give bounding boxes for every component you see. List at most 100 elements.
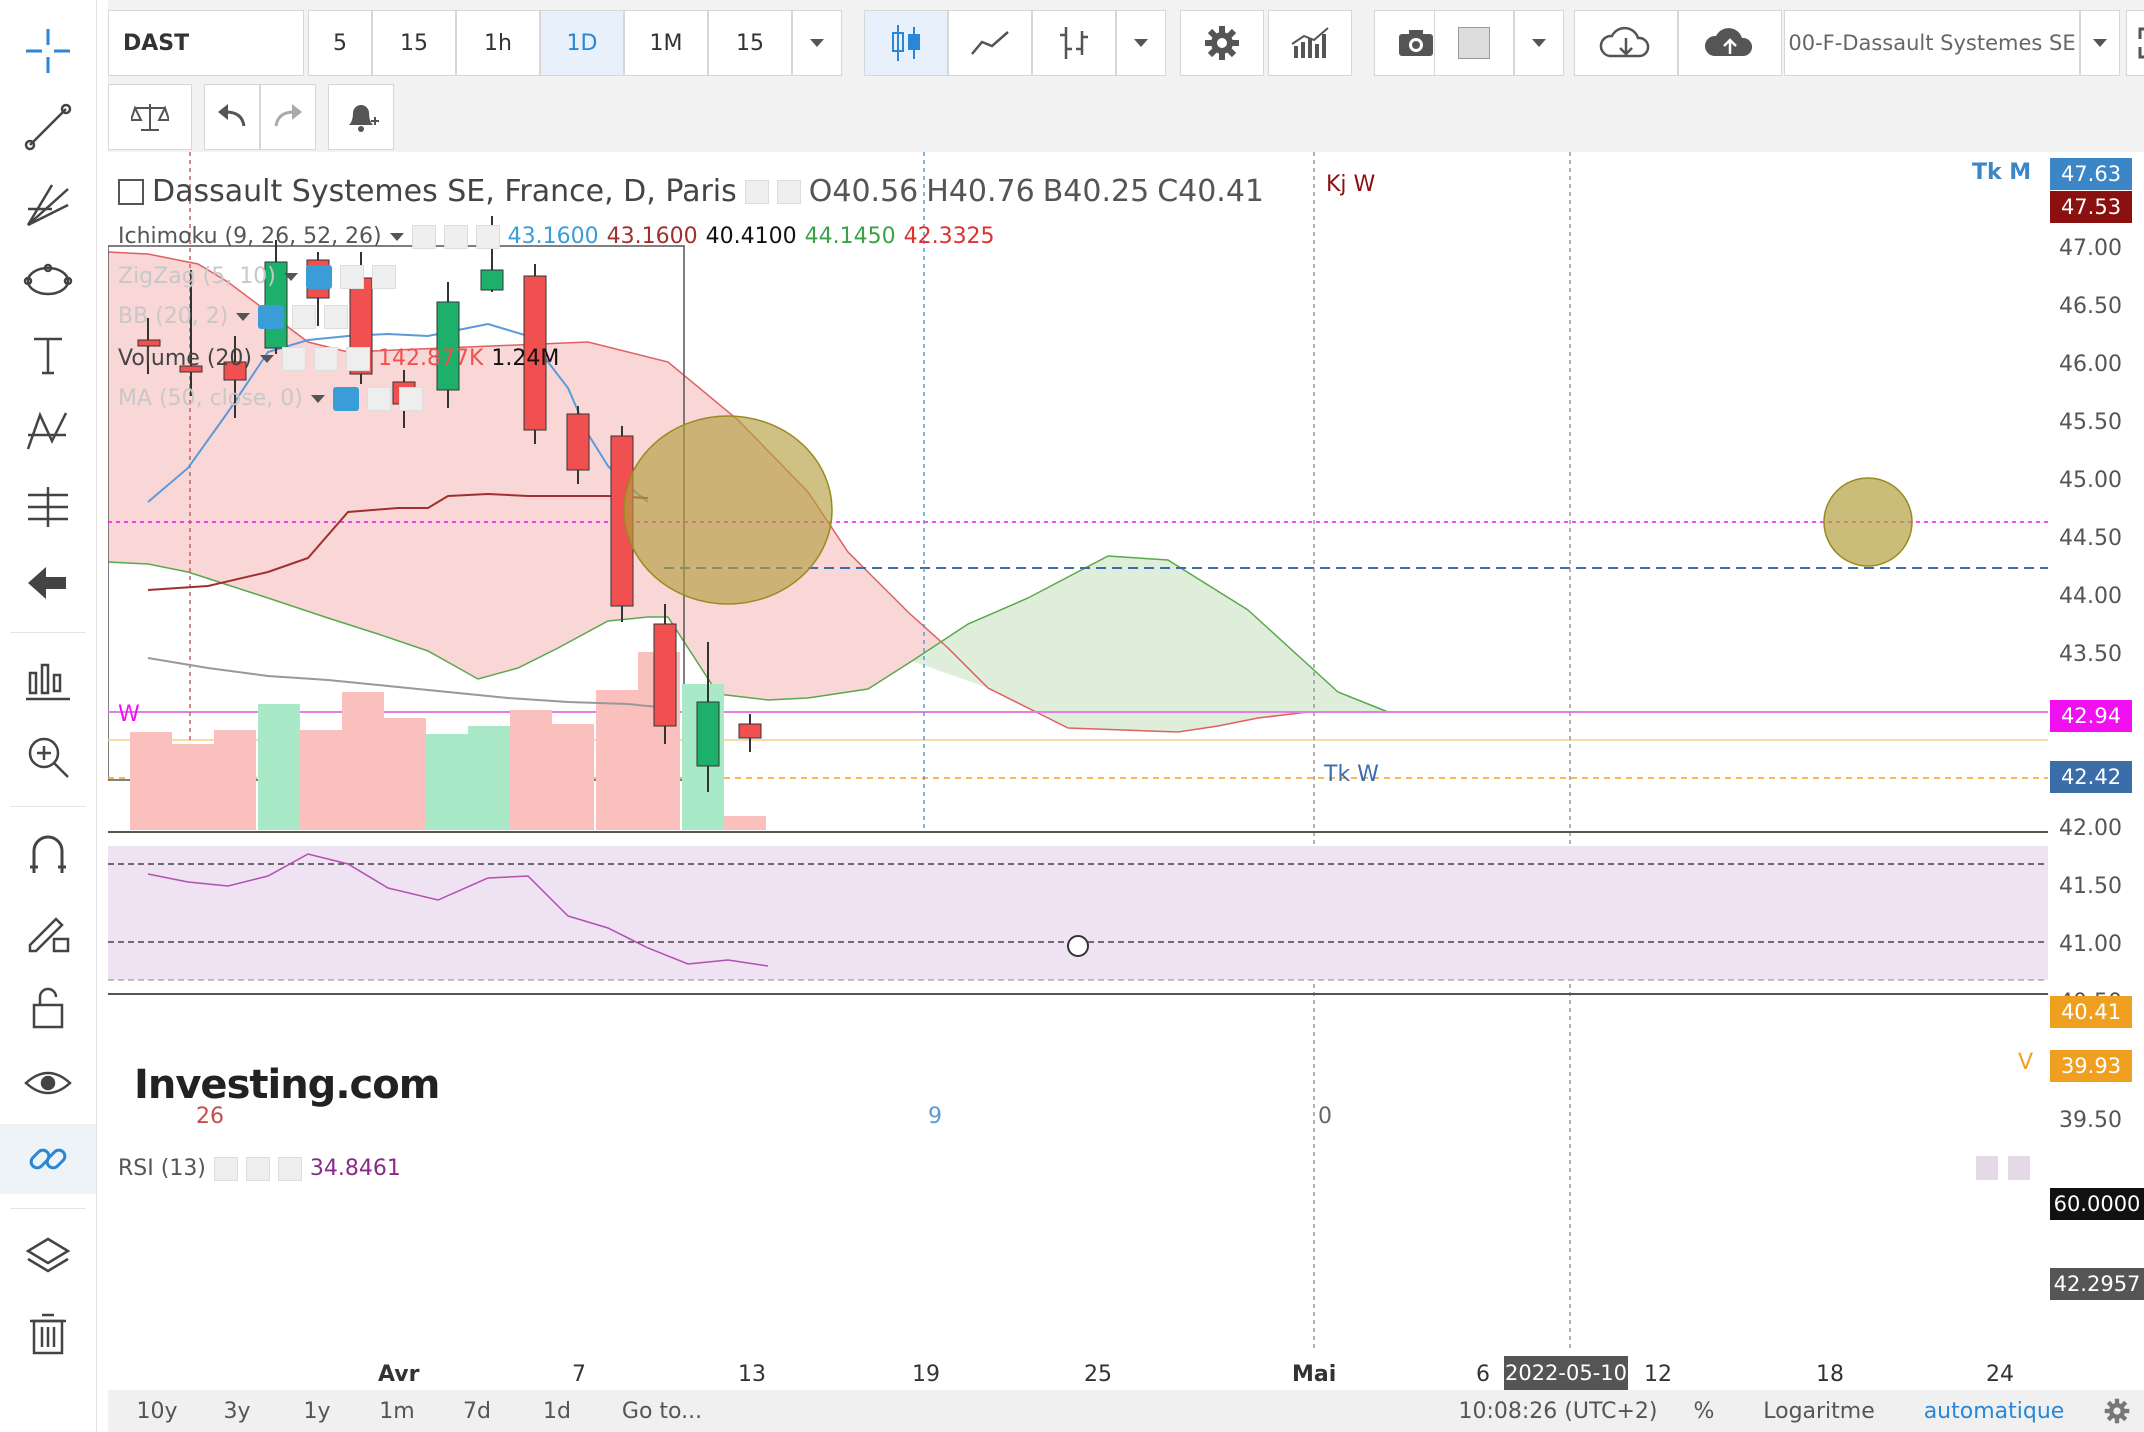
load-layout-button[interactable] [1574,10,1678,76]
legend-bb-row: BB (20, 2) [118,304,349,329]
collapse-legend-icon[interactable] [118,178,144,205]
percent-toggle[interactable]: % [1674,1390,1734,1432]
auto-toggle[interactable]: automatique [1904,1390,2084,1432]
close-icon[interactable] [277,1156,302,1181]
candle-bearish [653,623,677,727]
interval-dropdown[interactable] [792,10,842,76]
volume-ma-value: 142.877K [377,346,484,371]
highlight-circle-small[interactable] [1823,477,1913,567]
pattern-icon[interactable] [0,396,96,466]
settings-button[interactable] [1180,10,1264,76]
undo-button[interactable] [204,84,260,150]
badge-w: 42.94 [2050,700,2132,732]
close-icon[interactable] [398,386,423,411]
back-arrow-icon[interactable] [0,548,96,618]
instrument-dropdown[interactable] [2080,10,2120,76]
candles-button[interactable] [864,10,948,76]
range-3y[interactable]: 3y [202,1390,272,1432]
settings-icon[interactable] [245,1156,270,1181]
highlight-circle-large[interactable] [623,415,833,605]
settings-icon[interactable] [443,224,468,249]
visibility-icon[interactable] [744,179,769,204]
compare-button[interactable] [108,84,192,150]
text-icon[interactable] [0,320,96,390]
close-icon[interactable] [371,264,396,289]
interval-15[interactable]: 15 [372,10,456,76]
range-7d[interactable]: 7d [442,1390,512,1432]
settings-icon[interactable] [313,346,338,371]
redo-button[interactable] [260,84,316,150]
line-chart-button[interactable] [948,10,1032,76]
close-icon[interactable] [324,304,349,329]
color-dropdown[interactable] [1514,10,1564,76]
close-icon[interactable] [345,346,370,371]
chevron-down-icon[interactable] [389,232,404,241]
settings-icon[interactable] [339,264,364,289]
range-10y[interactable]: 10y [122,1390,192,1432]
visibility-icon[interactable] [281,346,306,371]
log-toggle[interactable]: Logaritme [1744,1390,1894,1432]
fib-fan-icon[interactable] [0,170,96,240]
settings-icon[interactable] [292,304,317,329]
chevron-down-icon[interactable] [236,312,251,321]
layers-icon[interactable] [0,1222,96,1292]
time-label-avr: Avr [378,1362,420,1387]
chevron-down-icon[interactable] [259,354,274,363]
settings-icon[interactable] [776,179,801,204]
visibility-icon[interactable] [411,224,436,249]
chart-type-dropdown[interactable] [1116,10,1166,76]
interval-15-custom[interactable]: 15 [708,10,792,76]
bell-plus-icon [349,105,379,132]
volume-label: Volume (20) [118,346,252,371]
crosshair-icon[interactable] [0,16,96,86]
visibility-icon[interactable] [305,264,332,289]
chevron-down-icon[interactable] [310,394,325,403]
zoom-icon[interactable] [0,722,96,792]
price-tick: 41.00 [2059,932,2122,957]
trend-line-icon[interactable] [0,92,96,162]
magnet-icon[interactable] [0,820,96,890]
goto-button[interactable]: Go to... [602,1390,722,1432]
indicators-button[interactable] [1268,10,1352,76]
interval-1h[interactable]: 1h [456,10,540,76]
visibility-icon[interactable] [332,386,359,411]
save-layout-button[interactable] [1678,10,1782,76]
rsi-cursor-handle[interactable] [1067,935,1089,957]
price-axis[interactable]: 47.00 46.50 46.00 45.50 45.00 44.50 44.0… [2048,152,2144,1348]
interval-5[interactable]: 5 [308,10,372,76]
pane-up-icon[interactable] [1976,1156,1998,1180]
pencil-lock-icon[interactable] [0,896,96,966]
price-tick: 45.50 [2059,410,2122,435]
legend-rsi-row: RSI (13) 34.8461 [118,1156,401,1181]
visibility-icon[interactable] [258,304,285,329]
settings-icon[interactable] [366,386,391,411]
close-icon[interactable] [475,224,500,249]
alert-button[interactable] [328,84,394,150]
symbol-input[interactable]: DAST [108,10,304,76]
badge-tk-m: 47.63 [2050,158,2132,190]
interval-1m[interactable]: 1M [624,10,708,76]
chart-settings-button[interactable] [2094,1390,2140,1432]
indicators-icon[interactable] [0,646,96,716]
measure-icon[interactable] [0,472,96,542]
unlock-icon[interactable] [0,972,96,1042]
trash-icon[interactable] [0,1298,96,1368]
chevron-down-icon[interactable] [283,272,298,281]
visibility-icon[interactable] [213,1156,238,1181]
fullscreen-button[interactable] [2126,10,2144,76]
eye-icon[interactable] [0,1048,96,1118]
pane-down-icon[interactable] [2008,1156,2030,1180]
ellipse-icon[interactable] [0,246,96,316]
color-picker[interactable] [1434,10,1514,76]
ohlc-bars-icon [1060,27,1088,59]
interval-1d[interactable]: 1D [540,10,624,76]
ichimoku-tenkan-value: 43.1600 [507,224,599,249]
bars-button[interactable] [1032,10,1116,76]
link-icon[interactable] [0,1124,96,1194]
range-1m[interactable]: 1m [362,1390,432,1432]
range-1d[interactable]: 1d [522,1390,592,1432]
instrument-select[interactable]: 00-F-Dassault Systemes SE [1784,10,2080,76]
drawing-toolbar [0,0,97,1432]
range-1y[interactable]: 1y [282,1390,352,1432]
volume-bar [384,718,426,830]
